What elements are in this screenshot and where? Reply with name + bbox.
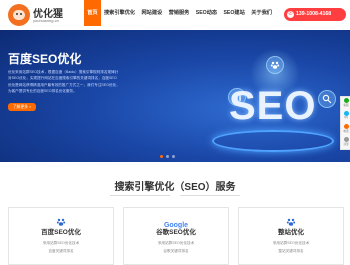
seo-platform-ring: [212, 130, 334, 152]
nav-item-about[interactable]: 关于我们: [248, 0, 275, 26]
side-item-label: 客服: [343, 104, 349, 107]
phone-number: 139-1008-4168: [296, 11, 332, 17]
slider-dot[interactable]: [172, 155, 175, 158]
card-text: 百度关键词排名: [48, 249, 74, 253]
phone-hotline-button[interactable]: ✆ 139-1008-4168: [284, 8, 346, 21]
side-item-chat[interactable]: 客服: [341, 97, 350, 109]
nav-item-seo[interactable]: 搜索引擎优化: [101, 0, 139, 26]
card-text: 采用站群SEO优化技术: [157, 241, 195, 245]
nav-item-seo-sites[interactable]: SEO建站: [220, 0, 248, 26]
baidu-paw-icon: [266, 56, 284, 74]
card-text: 整站关键词排名: [278, 249, 304, 253]
site-header: 优化猩 youhuaxing.cn 首页 搜索引擎优化 网站建设 营销服务 SE…: [0, 0, 350, 30]
side-item-top[interactable]: 顶部: [341, 136, 350, 148]
google-logo: Google: [163, 222, 189, 229]
main-nav: 首页 搜索引擎优化 网站建设 营销服务 SEO动态 SEO建站 关于我们: [84, 0, 275, 26]
hero-description: 优化采用站群SEO技术，根据百度（Baidu）搜索引擎规则排名规律针对SEO优化…: [8, 70, 120, 93]
side-item-qq[interactable]: QQ: [341, 110, 350, 122]
nav-item-home[interactable]: 首页: [84, 0, 101, 26]
nav-item-website-building[interactable]: 网站建设: [138, 0, 165, 26]
brand-subtitle: youhuaxing.cn: [33, 18, 59, 23]
hero-banner: SEO 百度SEO优化 优化采用站群SEO技术，根据百度（Baidu）搜索引擎规…: [0, 30, 350, 162]
hero-title: 百度SEO优化: [8, 52, 82, 66]
baidu-paw-icon: [9, 214, 113, 226]
service-card-baidu[interactable]: 百度SEO优化 采用站群SEO优化技术 百度关键词排名: [8, 207, 114, 265]
card-title: 谷歌SEO优化: [156, 229, 196, 236]
side-item-label: QQ: [343, 116, 349, 119]
search-badge-icon: [318, 90, 336, 108]
card-text: 谷歌关键词排名: [163, 249, 189, 253]
learn-more-button[interactable]: 了解更多 >: [8, 103, 36, 111]
services-section-title: 搜索引擎优化（SEO）服务: [114, 182, 236, 193]
site-paw-icon: [239, 214, 343, 226]
phone-icon: ✆: [287, 11, 294, 18]
side-item-label: 顶部: [343, 143, 349, 146]
service-card-google[interactable]: Google 谷歌SEO优化 采用站群SEO优化技术 谷歌关键词排名: [123, 207, 229, 265]
monkey-logo-icon[interactable]: [8, 4, 30, 26]
service-card-site[interactable]: 整站优化 采用站群SEO优化技术 整站关键词排名: [238, 207, 344, 265]
nav-item-marketing[interactable]: 营销服务: [165, 0, 192, 26]
title-underline: [110, 195, 170, 196]
nav-item-seo-news[interactable]: SEO动态: [193, 0, 221, 26]
floating-sidebar: 客服 QQ 电话 顶部: [340, 96, 350, 150]
card-title: 百度SEO优化: [41, 229, 81, 236]
card-title: 整站优化: [278, 229, 304, 236]
slider-dot[interactable]: [160, 155, 163, 158]
title-underline: [180, 195, 240, 196]
slider-dot[interactable]: [166, 155, 169, 158]
card-text: 采用站群SEO优化技术: [42, 241, 80, 245]
seo-graphic-text: SEO: [229, 84, 317, 128]
slider-dots: [160, 155, 175, 158]
side-item-label: 电话: [343, 130, 349, 133]
side-item-phone[interactable]: 电话: [341, 123, 350, 135]
card-text: 采用站群SEO优化技术: [272, 241, 310, 245]
